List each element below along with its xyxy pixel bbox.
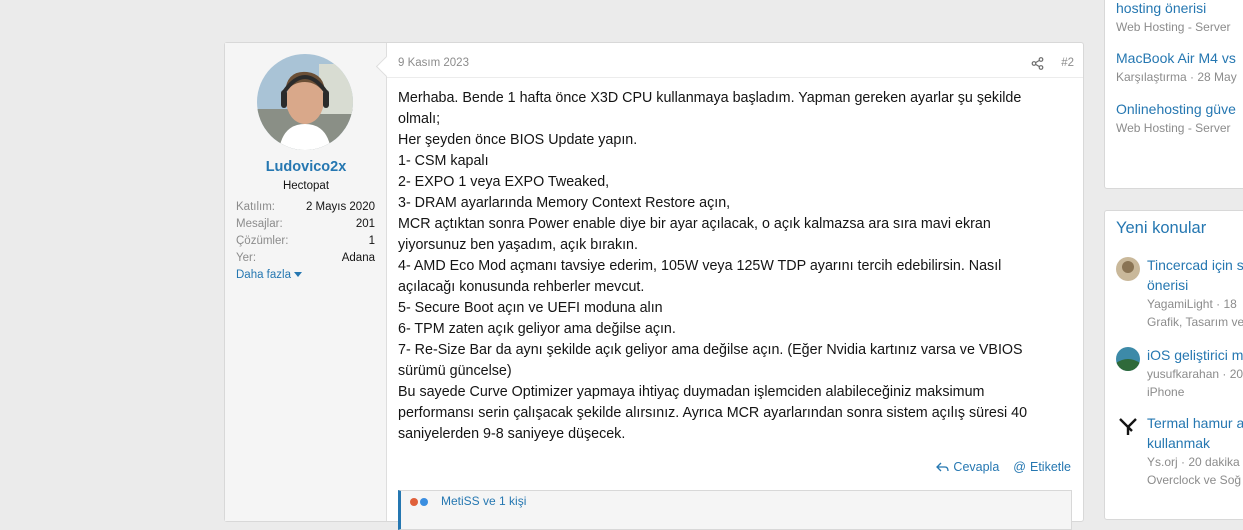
at-icon: @	[1013, 460, 1026, 474]
stat-value: 201	[355, 218, 375, 230]
thread-title[interactable]: Tincercad için s	[1147, 255, 1243, 275]
thread-title[interactable]: Onlinehosting güve	[1116, 99, 1236, 119]
sidebar-heading[interactable]: Yeni konular	[1116, 219, 1206, 238]
sidebar-similar-threads: hosting önerisi Web Hosting - Server Mac…	[1104, 0, 1243, 189]
stat-value: 2 Mayıs 2020	[305, 201, 375, 213]
post-message: Ludovico2x Hectopat Katılım: 2 Mayıs 202…	[224, 42, 1084, 530]
thread-meta: Ys.orj · 20 dakika	[1147, 455, 1240, 469]
stat-value: 1	[368, 235, 375, 247]
reaction-icons	[410, 498, 428, 506]
body-line: Merhaba. Bende 1 hafta önce X3D CPU kull…	[398, 90, 1022, 127]
thread-body: Tincercad için s önerisi YagamiLight · 1…	[1147, 255, 1243, 331]
stat-messages: Mesajlar: 201	[236, 216, 375, 233]
header-divider	[387, 77, 1083, 78]
thread-meta: YagamiLight · 18	[1147, 297, 1237, 311]
reply-button[interactable]: Cevapla	[936, 460, 999, 474]
thread-meta: Web Hosting - Server	[1116, 121, 1231, 135]
sidebar-thread[interactable]: Onlinehosting güve Web Hosting - Server	[1116, 99, 1236, 137]
body-line: 5- Secure Boot açın ve UEFI moduna alın	[398, 300, 663, 316]
post-actions: Cevapla @ Etiketle	[936, 460, 1071, 474]
thread-meta: yusufkarahan · 20	[1147, 367, 1243, 381]
body-line: Her şeyden önce BIOS Update yapın.	[398, 132, 638, 148]
reactions-summary[interactable]: MetiSS ve 1 kişi	[441, 494, 526, 508]
thread-body: iOS geliştirici m yusufkarahan · 20 iPho…	[1147, 345, 1243, 401]
body-line: MCR açtıktan sonra Power enable diye bir…	[398, 216, 991, 253]
thread-forum: iPhone	[1147, 385, 1185, 399]
body-line: Bu sayede Curve Optimizer yapmaya ihtiya…	[398, 384, 1028, 442]
chevron-down-icon	[293, 272, 302, 278]
thread-avatar[interactable]	[1116, 415, 1140, 439]
thread-forum: Overclock ve Soğ	[1147, 473, 1242, 487]
body-line: 1- CSM kapalı	[398, 153, 489, 169]
stat-label: Yer:	[236, 252, 257, 264]
thread-title[interactable]: Termal hamur a	[1147, 413, 1243, 433]
stat-label: Katılım:	[236, 201, 275, 213]
body-line: 7- Re-Size Bar da aynı şekilde açık geli…	[398, 342, 1023, 379]
thread-meta: Karşılaştırma · 28 May	[1116, 70, 1237, 84]
post-body: Merhaba. Bende 1 hafta önce X3D CPU kull…	[398, 88, 1058, 445]
post-header: 9 Kasım 2023 #2	[398, 57, 1074, 73]
post-date[interactable]: 9 Kasım 2023	[398, 57, 469, 69]
share-icon[interactable]	[1031, 57, 1044, 70]
username-link[interactable]: Ludovico2x	[225, 159, 387, 175]
body-line: 4- AMD Eco Mod açmanı tavsiye ederim, 10…	[398, 258, 1002, 295]
sidebar-thread[interactable]: MacBook Air M4 vs Karşılaştırma · 28 May	[1116, 48, 1237, 86]
post-user-cell: Ludovico2x Hectopat Katılım: 2 Mayıs 202…	[225, 43, 387, 521]
stat-solutions: Çözümler: 1	[236, 233, 375, 250]
sidebar-thread[interactable]: hosting önerisi Web Hosting - Server	[1116, 0, 1231, 36]
more-info-label: Daha fazla	[236, 269, 291, 281]
thread-avatar[interactable]	[1116, 347, 1140, 371]
post-number-link[interactable]: #2	[1061, 57, 1074, 69]
stat-label: Çözümler:	[236, 235, 289, 247]
thread-avatar[interactable]	[1116, 257, 1140, 281]
body-line: 3- DRAM ayarlarında Memory Context Resto…	[398, 195, 731, 211]
thread-body: Termal hamur a kullanmak Ys.orj · 20 dak…	[1147, 413, 1243, 489]
thread-title[interactable]: hosting önerisi	[1116, 0, 1231, 18]
body-line: 6- TPM zaten açık geliyor ama değilse aç…	[398, 321, 676, 337]
thread-meta: Web Hosting - Server	[1116, 20, 1231, 34]
reactions-bar: MetiSS ve 1 kişi	[398, 490, 1072, 530]
mention-label: Etiketle	[1030, 460, 1071, 474]
thread-forum: Grafik, Tasarım ve	[1147, 315, 1243, 329]
sidebar-new-threads: Yeni konular Tincercad için s önerisi Ya…	[1104, 210, 1243, 520]
user-title: Hectopat	[282, 180, 330, 192]
thread-title-cont[interactable]: kullanmak	[1147, 433, 1243, 453]
stat-location: Yer: Adana	[236, 250, 375, 267]
thread-title[interactable]: iOS geliştirici m	[1147, 345, 1243, 365]
user-stats: Katılım: 2 Mayıs 2020 Mesajlar: 201 Çözü…	[236, 199, 375, 284]
stat-label: Mesajlar:	[236, 218, 283, 230]
more-info-toggle[interactable]: Daha fazla	[236, 267, 375, 284]
user-avatar[interactable]	[257, 54, 353, 150]
reply-label: Cevapla	[953, 460, 1000, 474]
mention-button[interactable]: @ Etiketle	[1013, 460, 1071, 474]
stat-value: Adana	[341, 252, 375, 264]
reply-icon	[936, 462, 950, 471]
thread-title-cont[interactable]: önerisi	[1147, 275, 1243, 295]
body-line: 2- EXPO 1 veya EXPO Tweaked,	[398, 174, 610, 190]
thread-title[interactable]: MacBook Air M4 vs	[1116, 48, 1237, 68]
stat-joined: Katılım: 2 Mayıs 2020	[236, 199, 375, 216]
